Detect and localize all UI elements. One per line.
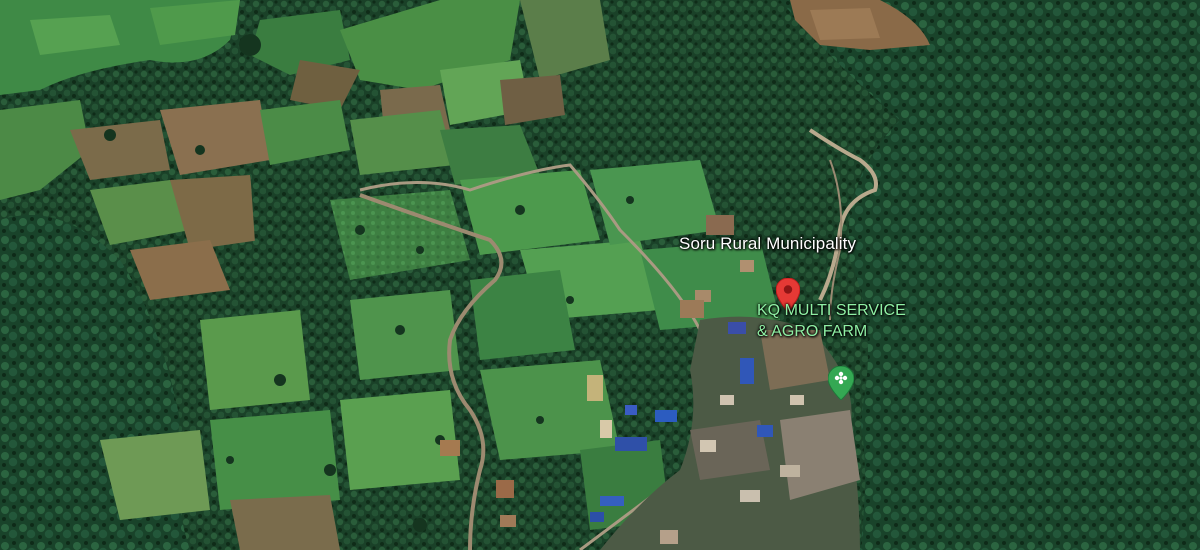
field-mid-8 (350, 110, 455, 175)
satellite-map[interactable]: Soru Rural Municipality KQ MULTI SERVICE… (0, 0, 1200, 550)
field-slope-13 (230, 495, 340, 550)
field-slope-7 (350, 290, 460, 380)
field-slope-8 (200, 310, 310, 410)
farm-poi-marker-icon[interactable] (827, 365, 855, 401)
field-slope-4 (470, 270, 575, 360)
field-slope-2 (460, 170, 600, 255)
satellite-imagery (0, 0, 1200, 550)
field-slope-5 (590, 160, 720, 245)
poi-label-line2: & AGRO FARM (757, 323, 868, 340)
bare-land-top-2 (810, 8, 880, 40)
poi-label-line1: KQ MULTI SERVICE (757, 302, 906, 319)
place-label[interactable]: Soru Rural Municipality (679, 234, 856, 254)
poi-label[interactable]: KQ MULTI SERVICE & AGRO FARM (757, 300, 906, 342)
